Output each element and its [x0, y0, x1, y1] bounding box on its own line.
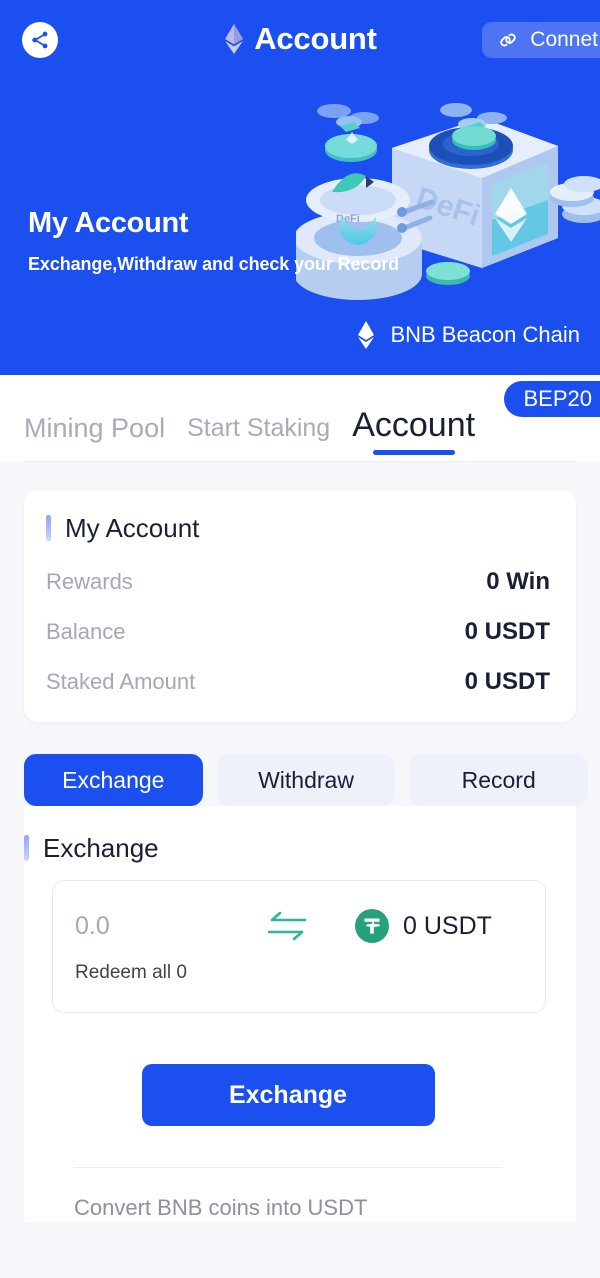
- tab-start-staking[interactable]: Start Staking: [187, 411, 330, 461]
- redeem-all-link[interactable]: Redeem all 0: [75, 961, 523, 985]
- balance-label: Balance: [46, 619, 126, 644]
- account-summary-card: My Account Rewards 0 Win Balance 0 USDT …: [24, 490, 576, 722]
- ethereum-diamond-icon: [225, 24, 244, 54]
- table-row: Staked Amount 0 USDT: [46, 654, 550, 696]
- exchange-panel: Exchange 0.0 0 USDT Redeem all 0 Exchang…: [24, 806, 576, 1222]
- segment-withdraw[interactable]: Withdraw: [216, 754, 396, 806]
- staked-amount-value: 0 USDT: [464, 668, 550, 695]
- tab-account[interactable]: Account: [352, 405, 475, 461]
- tab-mining-pool[interactable]: Mining Pool: [24, 411, 165, 461]
- top-bar: Account Connet: [0, 0, 600, 80]
- token-chip[interactable]: 0 USDT: [355, 908, 492, 943]
- hero-heading: My Account: [28, 207, 189, 239]
- rewards-label: Rewards: [46, 569, 133, 594]
- tab-divider: [24, 461, 576, 462]
- hero-banner: Account Connet DeFi DeFi My Account Exch…: [0, 0, 600, 375]
- token-balance: 0 USDT: [403, 911, 492, 940]
- accent-bar-icon: [46, 515, 51, 541]
- account-card-title: My Account: [65, 513, 200, 543]
- chain-indicator[interactable]: BNB Beacon Chain: [356, 320, 580, 350]
- swap-row: 0 USDT: [75, 908, 523, 943]
- amount-input[interactable]: [75, 910, 265, 941]
- segment-exchange[interactable]: Exchange: [24, 754, 203, 806]
- account-card-header: My Account: [46, 512, 550, 544]
- table-row: Rewards 0 Win: [46, 554, 550, 596]
- table-row: Balance 0 USDT: [46, 604, 550, 646]
- hero-text: My Account Exchange,Withdraw and check y…: [28, 205, 399, 276]
- staked-amount-label: Staked Amount: [46, 669, 196, 694]
- link-chain-icon: [500, 33, 517, 47]
- ethereum-diamond-icon: [358, 321, 375, 349]
- tether-usdt-icon: [355, 908, 389, 943]
- tab-bar: BEP20 Mining Pool Start Staking Account: [0, 375, 600, 462]
- exchange-header: Exchange: [24, 832, 552, 864]
- page-title: Account: [254, 21, 377, 56]
- exchange-submit-button[interactable]: Exchange: [141, 1064, 435, 1126]
- balance-value: 0 USDT: [464, 618, 550, 645]
- connect-wallet-label: Connet: [530, 28, 598, 51]
- connect-wallet-button[interactable]: Connet: [482, 22, 600, 58]
- segment-record[interactable]: Record: [409, 754, 589, 806]
- accent-bar-icon: [24, 835, 29, 861]
- svg-text:DeFi: DeFi: [412, 181, 484, 232]
- exchange-cta-wrap: Exchange: [24, 1013, 552, 1126]
- chain-label: BNB Beacon Chain: [390, 322, 580, 347]
- hero-subheading: Exchange,Withdraw and check your Record: [28, 254, 400, 274]
- rewards-value: 0 Win: [486, 568, 550, 595]
- swap-arrows-icon[interactable]: [265, 909, 309, 943]
- swap-input-box: 0 USDT Redeem all 0: [52, 880, 546, 1013]
- action-segmented-control: Exchange Withdraw Record: [24, 754, 589, 806]
- main-content: My Account Rewards 0 Win Balance 0 USDT …: [0, 490, 600, 1278]
- exchange-note: Convert BNB coins into USDT: [74, 1195, 368, 1220]
- network-badge[interactable]: BEP20: [503, 381, 600, 417]
- exchange-title: Exchange: [43, 833, 159, 863]
